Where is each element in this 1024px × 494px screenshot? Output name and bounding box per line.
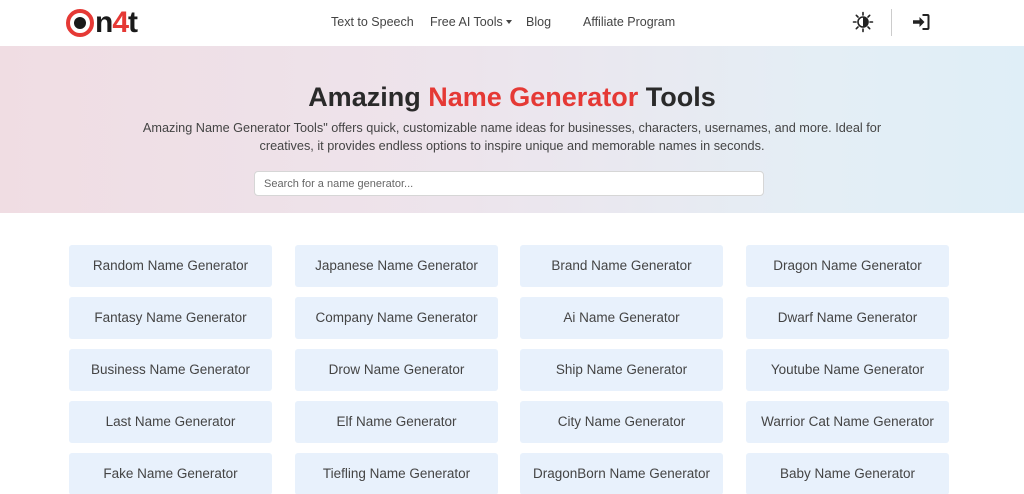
nav-free-ai-tools[interactable]: Free AI Tools [430, 15, 512, 29]
nav-text-to-speech[interactable]: Text to Speech [331, 15, 414, 29]
generator-card[interactable]: Brand Name Generator [520, 245, 723, 287]
generator-card[interactable]: Company Name Generator [295, 297, 498, 339]
generator-card[interactable]: Drow Name Generator [295, 349, 498, 391]
nav-blog[interactable]: Blog [526, 15, 551, 29]
generator-card[interactable]: Random Name Generator [69, 245, 272, 287]
logo-text: n4t [95, 6, 138, 39]
caret-down-icon [505, 20, 512, 24]
search-input[interactable] [254, 171, 764, 196]
generator-card[interactable]: Ship Name Generator [520, 349, 723, 391]
sign-in-icon[interactable] [911, 12, 931, 32]
generator-card[interactable]: Fantasy Name Generator [69, 297, 272, 339]
generator-card[interactable]: Business Name Generator [69, 349, 272, 391]
hero-section: Amazing Name Generator Tools Amazing Nam… [0, 46, 1024, 213]
generator-card[interactable]: City Name Generator [520, 401, 723, 443]
generator-card[interactable]: Baby Name Generator [746, 453, 949, 494]
site-header: n4t Text to Speech Free AI Tools Blog Af… [0, 0, 1024, 46]
generator-card[interactable]: Japanese Name Generator [295, 245, 498, 287]
header-divider [891, 9, 892, 36]
hero-description: Amazing Name Generator Tools" offers qui… [142, 121, 882, 153]
generator-card[interactable]: Dragon Name Generator [746, 245, 949, 287]
generator-card[interactable]: Last Name Generator [69, 401, 272, 443]
generator-card[interactable]: Warrior Cat Name Generator [746, 401, 949, 443]
site-logo[interactable]: n4t [66, 6, 138, 40]
page-title: Amazing Name Generator Tools [308, 82, 716, 112]
logo-o-icon [66, 9, 94, 37]
nav-affiliate-program[interactable]: Affiliate Program [583, 15, 675, 29]
generator-card[interactable]: Ai Name Generator [520, 297, 723, 339]
generator-card[interactable]: Dwarf Name Generator [746, 297, 949, 339]
generator-card[interactable]: DragonBorn Name Generator [520, 453, 723, 494]
generator-card[interactable]: Fake Name Generator [69, 453, 272, 494]
brightness-icon[interactable] [852, 11, 874, 33]
generator-card[interactable]: Elf Name Generator [295, 401, 498, 443]
nav-free-ai-tools-label: Free AI Tools [430, 15, 503, 29]
generator-card[interactable]: Tiefling Name Generator [295, 453, 498, 494]
generator-card[interactable]: Youtube Name Generator [746, 349, 949, 391]
